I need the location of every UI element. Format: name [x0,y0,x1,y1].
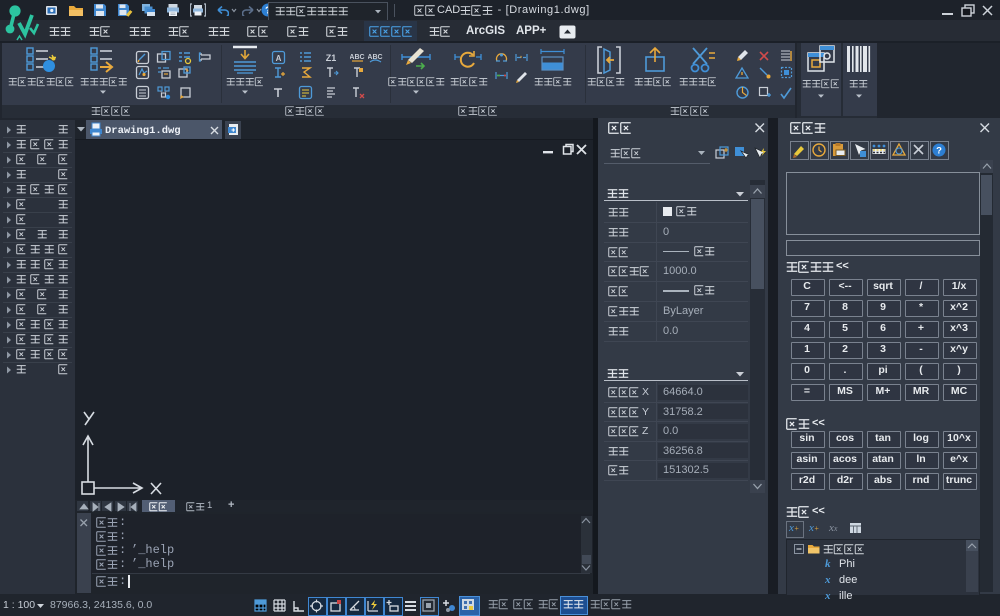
svg-text:?: ? [936,145,942,156]
svg-text:Z1: Z1 [326,53,337,63]
svg-text:ABC: ABC [350,54,365,61]
svg-text:A: A [276,54,282,63]
